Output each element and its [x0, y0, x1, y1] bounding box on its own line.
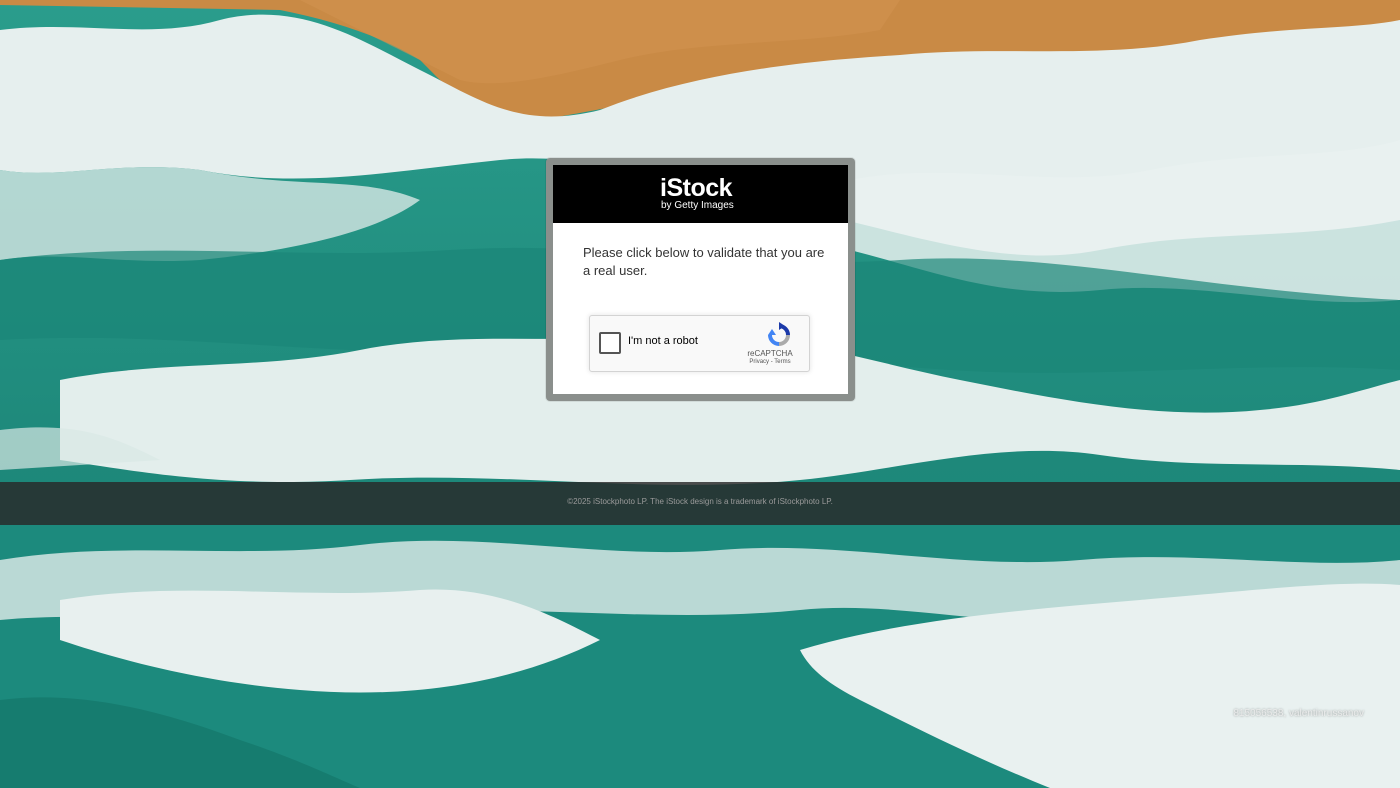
logo-sub-text: by Getty Images	[661, 200, 734, 211]
terms-link[interactable]: Terms	[774, 359, 790, 365]
recaptcha-brand: reCAPTCHA	[747, 349, 793, 358]
recaptcha-links: Privacy - Terms	[740, 359, 800, 365]
captcha-modal: iStock by Getty Images Please click belo…	[553, 165, 848, 394]
copyright-text: ©2025 iStockphoto LP. The iStock design …	[567, 497, 833, 506]
links-separator: -	[770, 359, 773, 365]
recaptcha-widget: I'm not a robot reCAPTCHA Privacy - Term…	[589, 315, 810, 372]
modal-header: iStock by Getty Images	[553, 165, 848, 223]
logo-main-text: iStock	[660, 174, 733, 202]
validation-prompt: Please click below to validate that you …	[583, 245, 825, 278]
not-a-robot-checkbox[interactable]	[599, 332, 621, 354]
footer-band: ©2025 iStockphoto LP. The iStock design …	[0, 482, 1400, 525]
privacy-link[interactable]: Privacy	[749, 359, 769, 365]
photo-credit: 815056538, valentinrussanov	[1233, 708, 1364, 719]
istock-logo: iStock by Getty Images	[660, 175, 734, 211]
recaptcha-logo-icon	[768, 322, 790, 346]
not-a-robot-label[interactable]: I'm not a robot	[628, 335, 698, 347]
